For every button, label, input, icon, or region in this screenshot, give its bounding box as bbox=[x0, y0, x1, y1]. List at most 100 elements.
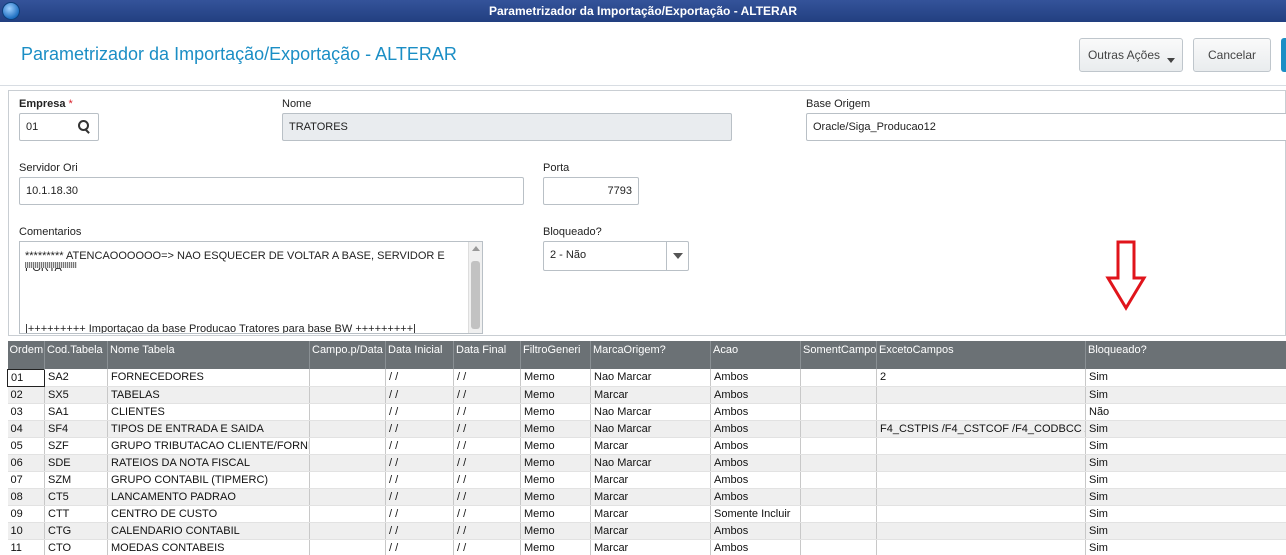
table-row[interactable]: 01 SA2 FORNECEDORES / / / / Memo Nao Marcar A… bbox=[7, 368, 1286, 387]
table-cell[interactable]: TABELAS bbox=[107, 386, 310, 404]
table-cell[interactable]: CALENDARIO CONTABIL bbox=[107, 522, 310, 540]
table-cell[interactable]: 11 bbox=[7, 539, 45, 555]
table-cell[interactable] bbox=[876, 386, 1086, 404]
table-cell[interactable]: / / bbox=[385, 471, 454, 489]
table-row[interactable]: 11 CTO MOEDAS CONTABEIS / / / / Memo Marcar A… bbox=[7, 539, 1286, 555]
table-cell[interactable] bbox=[309, 471, 386, 489]
table-cell[interactable] bbox=[876, 522, 1086, 540]
table-cell[interactable]: / / bbox=[385, 403, 454, 421]
table-cell[interactable] bbox=[800, 369, 877, 387]
table-cell[interactable]: CTO bbox=[44, 539, 108, 555]
table-cell[interactable]: / / bbox=[385, 488, 454, 506]
bloqueado-select[interactable]: 2 - Não bbox=[543, 241, 689, 271]
table-cell[interactable]: Sim bbox=[1085, 369, 1286, 387]
table-cell[interactable]: Ambos bbox=[710, 539, 801, 555]
table-cell[interactable]: 10 bbox=[7, 522, 45, 540]
table-cell[interactable]: Ambos bbox=[710, 420, 801, 438]
table-cell[interactable] bbox=[876, 471, 1086, 489]
table-cell[interactable]: / / bbox=[385, 522, 454, 540]
table-cell[interactable]: 05 bbox=[7, 437, 45, 455]
table-cell[interactable] bbox=[800, 420, 877, 438]
table-cell[interactable]: Memo bbox=[520, 522, 591, 540]
table-cell[interactable]: / / bbox=[453, 437, 521, 455]
column-header[interactable]: Ordem bbox=[7, 341, 45, 369]
table-cell[interactable]: / / bbox=[385, 505, 454, 523]
table-cell[interactable]: Marcar bbox=[590, 488, 711, 506]
table-cell[interactable]: / / bbox=[385, 437, 454, 455]
table-cell[interactable]: 07 bbox=[7, 471, 45, 489]
column-header[interactable]: Acao bbox=[710, 341, 801, 369]
table-cell[interactable]: Ambos bbox=[710, 488, 801, 506]
table-cell[interactable]: Ambos bbox=[710, 386, 801, 404]
table-cell[interactable]: Sim bbox=[1085, 505, 1286, 523]
table-cell[interactable]: / / bbox=[453, 471, 521, 489]
table-cell[interactable]: Sim bbox=[1085, 471, 1286, 489]
table-cell[interactable]: MOEDAS CONTABEIS bbox=[107, 539, 310, 555]
scroll-up-icon[interactable] bbox=[472, 246, 480, 251]
parametros-grid[interactable]: Ordem Cod.Tabela Nome Tabela Campo.p/Data Da… bbox=[7, 341, 1286, 555]
table-cell[interactable]: / / bbox=[453, 505, 521, 523]
table-cell[interactable]: F4_CSTPIS /F4_CSTCOF /F4_CODBCC / bbox=[876, 420, 1086, 438]
table-cell[interactable] bbox=[800, 437, 877, 455]
table-cell[interactable]: Nao Marcar bbox=[590, 403, 711, 421]
table-cell[interactable]: 2 bbox=[876, 369, 1086, 387]
table-cell[interactable] bbox=[309, 420, 386, 438]
nome-field[interactable]: TRATORES bbox=[282, 113, 732, 141]
search-icon[interactable] bbox=[78, 120, 90, 134]
table-cell[interactable]: GRUPO TRIBUTACAO CLIENTE/FORNE bbox=[107, 437, 310, 455]
table-cell[interactable]: / / bbox=[453, 454, 521, 472]
table-cell[interactable]: Marcar bbox=[590, 386, 711, 404]
table-cell[interactable]: LANCAMENTO PADRAO bbox=[107, 488, 310, 506]
table-row[interactable]: 03 SA1 CLIENTES / / / / Memo Nao Marcar Ambos… bbox=[7, 403, 1286, 421]
table-row[interactable]: 09 CTT CENTRO DE CUSTO / / / / Memo Marcar So… bbox=[7, 505, 1286, 523]
table-row[interactable]: 06 SDE RATEIOS DA NOTA FISCAL / / / / Memo N… bbox=[7, 454, 1286, 472]
table-row[interactable]: 10 CTG CALENDARIO CONTABIL / / / / Memo Marc… bbox=[7, 522, 1286, 540]
table-cell[interactable] bbox=[800, 522, 877, 540]
table-cell[interactable]: TIPOS DE ENTRADA E SAIDA bbox=[107, 420, 310, 438]
table-cell[interactable]: Memo bbox=[520, 420, 591, 438]
table-cell[interactable]: 01 bbox=[7, 368, 45, 387]
table-cell[interactable]: SZM bbox=[44, 471, 108, 489]
column-header[interactable]: Campo.p/Data bbox=[309, 341, 386, 369]
servidor-field[interactable]: 10.1.18.30 bbox=[19, 177, 524, 205]
table-cell[interactable]: CT5 bbox=[44, 488, 108, 506]
table-cell[interactable]: Memo bbox=[520, 437, 591, 455]
table-cell[interactable]: SF4 bbox=[44, 420, 108, 438]
table-cell[interactable]: Memo bbox=[520, 403, 591, 421]
table-cell[interactable]: Nao Marcar bbox=[590, 454, 711, 472]
table-row[interactable]: 05 SZF GRUPO TRIBUTACAO CLIENTE/FORNE / / … bbox=[7, 437, 1286, 455]
table-cell[interactable]: Memo bbox=[520, 488, 591, 506]
table-cell[interactable]: / / bbox=[453, 488, 521, 506]
table-cell[interactable]: Ambos bbox=[710, 522, 801, 540]
table-cell[interactable]: Ambos bbox=[710, 369, 801, 387]
table-cell[interactable] bbox=[309, 505, 386, 523]
table-cell[interactable]: Ambos bbox=[710, 471, 801, 489]
column-header[interactable]: Data Final bbox=[453, 341, 521, 369]
table-cell[interactable]: Ambos bbox=[710, 454, 801, 472]
table-cell[interactable]: Memo bbox=[520, 539, 591, 555]
column-header[interactable]: Cod.Tabela bbox=[44, 341, 108, 369]
table-cell[interactable]: 04 bbox=[7, 420, 45, 438]
column-header[interactable]: SomentCampos bbox=[800, 341, 877, 369]
table-cell[interactable]: Marcar bbox=[590, 522, 711, 540]
table-cell[interactable]: GRUPO CONTABIL (TIPMERC) bbox=[107, 471, 310, 489]
table-cell[interactable]: SA1 bbox=[44, 403, 108, 421]
table-cell[interactable]: Marcar bbox=[590, 505, 711, 523]
comentarios-textarea[interactable]: ********* ATENCAOOOOOO=> NAO ESQUECER DE… bbox=[19, 241, 483, 334]
table-cell[interactable] bbox=[800, 403, 877, 421]
table-cell[interactable]: / / bbox=[453, 522, 521, 540]
table-cell[interactable] bbox=[876, 403, 1086, 421]
table-cell[interactable]: Sim bbox=[1085, 437, 1286, 455]
table-cell[interactable]: / / bbox=[453, 403, 521, 421]
table-cell[interactable] bbox=[309, 437, 386, 455]
table-cell[interactable]: / / bbox=[385, 539, 454, 555]
table-cell[interactable] bbox=[309, 539, 386, 555]
outras-acoes-button[interactable]: Outras Ações bbox=[1079, 38, 1183, 72]
table-cell[interactable]: CENTRO DE CUSTO bbox=[107, 505, 310, 523]
table-cell[interactable]: SDE bbox=[44, 454, 108, 472]
table-cell[interactable] bbox=[309, 369, 386, 387]
table-cell[interactable] bbox=[800, 505, 877, 523]
column-header[interactable]: FiltroGeneri bbox=[520, 341, 591, 369]
table-cell[interactable]: 02 bbox=[7, 386, 45, 404]
column-header[interactable]: Data Inicial bbox=[385, 341, 454, 369]
